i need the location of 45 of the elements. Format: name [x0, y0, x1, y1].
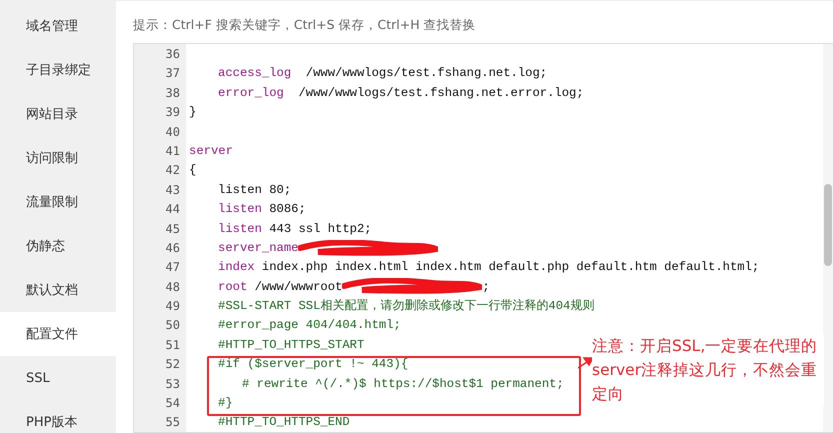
line-number: 54 — [164, 395, 181, 412]
line-number: 41 — [164, 142, 181, 160]
code-line: #error_page 404/404.html; — [217, 317, 401, 334]
code-line: #} — [217, 395, 233, 412]
line-number: 46 — [164, 240, 181, 257]
line-number: 44 — [164, 201, 181, 218]
line-number: 37 — [164, 65, 181, 82]
code-line: #HTTP_TO_HTTPS_END — [217, 414, 350, 432]
code-line: root /www/wwwroot ; — [217, 278, 490, 296]
line-number: 49 — [164, 298, 181, 316]
code-line: #if ($server_port !~ 443){ — [217, 356, 408, 374]
line-number: 55 — [164, 414, 181, 432]
code-line: error_log /www/wwwlogs/test.fshang.net.error.log; — [217, 84, 584, 102]
code-line: } — [189, 104, 196, 122]
line-number: 40 — [164, 124, 181, 141]
line-number: 39 — [164, 104, 181, 122]
hint-text: 提示：Ctrl+F 搜索关键字，Ctrl+S 保存，Ctrl+H 查找替换 — [133, 17, 477, 34]
code-line: listen 8086; — [217, 201, 306, 218]
code-line: { — [189, 162, 196, 180]
code-line: listen 80; — [217, 182, 292, 199]
code-line: access_log /www/wwwlogs/test.fshang.net.log; — [217, 65, 548, 82]
code-line: server_name — [189, 238, 438, 258]
line-number: 38 — [164, 84, 181, 102]
line-number: 50 — [164, 317, 181, 334]
code-line: #SSL-START SSL相关配置，请勿删除或修改下一行带注释的404规则 — [217, 298, 594, 316]
line-number: 45 — [164, 220, 181, 238]
code-line: # rewrite ^(/.*)$ https://$host$1 permanent; — [241, 376, 564, 393]
line-number: 43 — [164, 182, 181, 199]
annotation-text: 注意：开启SSL,一定要在代理的server注释掉这几行，不然会重定向 — [592, 334, 824, 406]
line-number: 42 — [164, 162, 181, 180]
arrow-icon — [578, 356, 594, 370]
scrollbar[interactable] — [823, 44, 833, 432]
line-number: 51 — [164, 336, 181, 354]
line-number: 47 — [164, 259, 181, 276]
line-number: 48 — [164, 278, 181, 296]
code-line: #HTTP_TO_HTTPS_START — [217, 336, 364, 354]
code-line: listen 443 ssl http2; — [217, 220, 372, 238]
sidebar-item[interactable]: 配置文件 — [0, 312, 116, 356]
line-number: 52 — [164, 356, 181, 374]
code-editor[interactable] — [133, 43, 833, 433]
code-line: index index.php index.html index.htm default.php default.htm default.html; — [217, 259, 760, 276]
line-number: 36 — [164, 46, 181, 63]
line-number: 53 — [164, 376, 181, 393]
scrollbar-thumb[interactable] — [824, 184, 832, 266]
code-line: server — [189, 142, 233, 160]
